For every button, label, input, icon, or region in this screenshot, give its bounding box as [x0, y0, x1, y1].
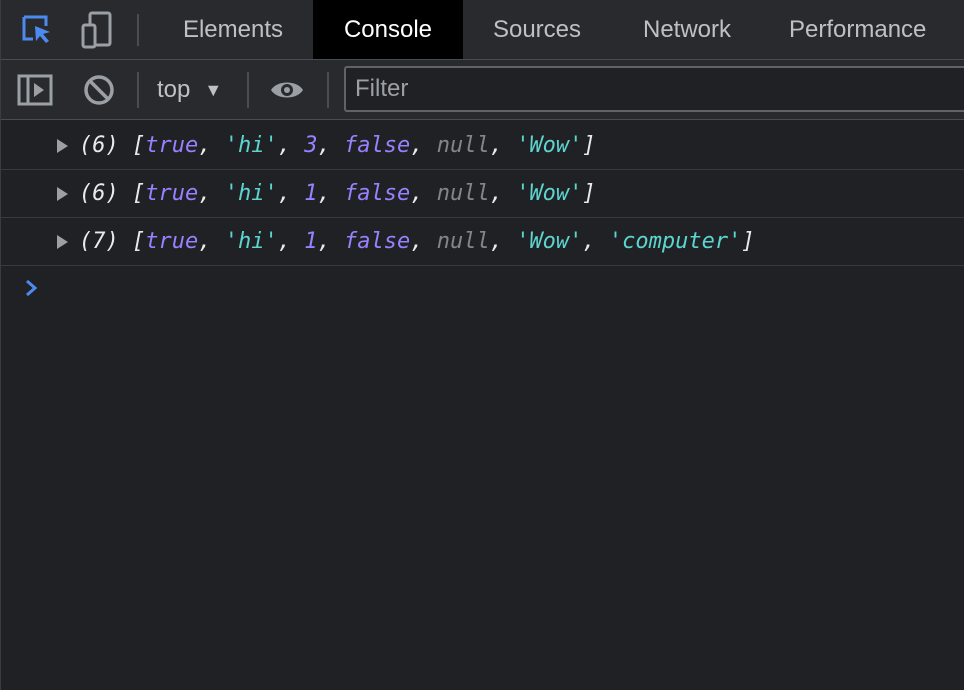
token-bool: false [343, 133, 411, 158]
console-log-row[interactable]: (6) [true, 'hi', 3, false, null, 'Wow'] [1, 122, 964, 170]
token-bool: false [343, 229, 411, 254]
token-punc: , [198, 181, 225, 206]
token-null: null [436, 181, 490, 206]
sidebar-toggle-icon[interactable] [15, 70, 55, 110]
token-bool: true [145, 181, 199, 206]
token-str: 'hi' [224, 181, 278, 206]
token-str: 'computer' [608, 229, 742, 254]
toolbar-separator [137, 72, 139, 108]
filter-placeholder: Filter [355, 75, 409, 102]
token-punc: , [410, 133, 437, 158]
log-array-preview: (7) [true, 'hi', 1, false, null, 'Wow', … [79, 229, 755, 254]
expand-arrow-icon[interactable] [57, 234, 68, 249]
array-length: (6) [79, 181, 119, 206]
chevron-down-icon: ▼ [204, 79, 223, 100]
log-array-preview: (6) [true, 'hi', 1, false, null, 'Wow'] [79, 181, 596, 206]
token-punc: , [277, 229, 305, 254]
token-bool: true [145, 229, 199, 254]
inspect-element-icon[interactable] [17, 10, 57, 50]
console-output: (6) [true, 'hi', 3, false, null, 'Wow'](… [1, 120, 964, 690]
tab-elements[interactable]: Elements [155, 0, 311, 59]
token-null: null [436, 229, 490, 254]
token-str: 'hi' [224, 133, 278, 158]
context-selector[interactable]: top ▼ [157, 70, 222, 110]
token-punc: , [277, 181, 305, 206]
tab-network[interactable]: Network [611, 0, 763, 59]
array-length: (6) [79, 133, 119, 158]
token-punc: , [317, 181, 344, 206]
token-str: 'Wow' [516, 229, 583, 254]
token-str: 'hi' [224, 229, 278, 254]
token-str: 'Wow' [516, 181, 583, 206]
toolbar-separator [247, 72, 249, 108]
token-punc: , [317, 133, 344, 158]
token-punc: [ [132, 181, 146, 206]
devtools-window: Elements Console Sources Network Perform… [0, 0, 964, 690]
expand-arrow-icon[interactable] [57, 138, 68, 153]
tab-performance[interactable]: Performance [765, 0, 964, 59]
token-punc: [ [132, 133, 146, 158]
filter-input[interactable]: Filter [344, 66, 964, 112]
token-punc: ] [582, 133, 596, 158]
clear-console-icon[interactable] [79, 70, 119, 110]
console-log-row[interactable]: (6) [true, 'hi', 1, false, null, 'Wow'] [1, 170, 964, 218]
token-punc: , [489, 181, 517, 206]
tabbar-separator [137, 14, 139, 46]
token-punc: , [489, 229, 517, 254]
token-num: 3 [304, 133, 318, 158]
token-punc: , [582, 229, 609, 254]
console-prompt-input[interactable] [49, 270, 949, 306]
token-num: 1 [304, 229, 318, 254]
token-num: 1 [304, 181, 318, 206]
token-bool: false [343, 181, 411, 206]
token-punc: , [410, 181, 437, 206]
console-toolbar: top ▼ Filter [1, 60, 964, 120]
console-log-row[interactable]: (7) [true, 'hi', 1, false, null, 'Wow', … [1, 218, 964, 266]
context-selector-label: top [157, 76, 191, 103]
expand-arrow-icon[interactable] [57, 186, 68, 201]
token-punc: [ [132, 229, 146, 254]
devtools-tabbar: Elements Console Sources Network Perform… [1, 0, 964, 60]
token-null: null [436, 133, 490, 158]
token-punc: , [410, 229, 437, 254]
token-punc: ] [741, 229, 755, 254]
token-punc: ] [582, 181, 596, 206]
tab-sources[interactable]: Sources [465, 0, 609, 59]
prompt-chevron-icon [19, 273, 49, 303]
token-punc: , [489, 133, 517, 158]
tab-console[interactable]: Console [313, 0, 463, 59]
toolbar-separator [327, 72, 329, 108]
log-array-preview: (6) [true, 'hi', 3, false, null, 'Wow'] [79, 133, 596, 158]
token-str: 'Wow' [516, 133, 583, 158]
device-toolbar-icon[interactable] [77, 10, 117, 50]
token-punc: , [317, 229, 344, 254]
array-length: (7) [79, 229, 119, 254]
token-punc: , [277, 133, 305, 158]
token-bool: true [145, 133, 199, 158]
token-punc: , [198, 229, 225, 254]
token-punc: , [198, 133, 225, 158]
live-expression-icon[interactable] [267, 70, 307, 110]
